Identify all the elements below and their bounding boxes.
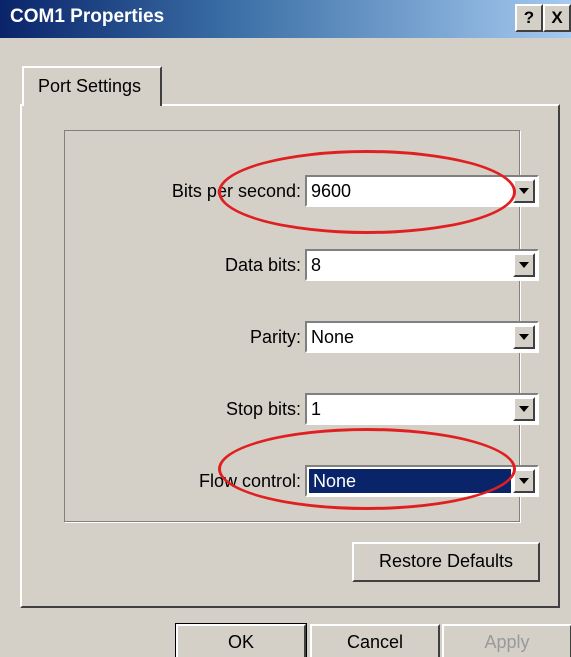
parity-row: Parity: None [65, 321, 539, 357]
com1-properties-dialog: COM1 Properties ? X Port Settings Bits p… [0, 0, 571, 657]
help-button[interactable]: ? [515, 4, 543, 32]
flow-control-row: Flow control: None [65, 465, 539, 501]
stop-bits-label: Stop bits: [225, 399, 301, 419]
apply-button[interactable]: Apply [442, 624, 571, 657]
chevron-down-icon[interactable] [513, 179, 535, 203]
parity-value: None [311, 327, 355, 347]
window-title: COM1 Properties [10, 6, 165, 27]
cancel-button[interactable]: Cancel [310, 624, 440, 657]
tab-port-settings[interactable]: Port Settings [22, 66, 162, 106]
title-bar[interactable]: COM1 Properties ? X [0, 0, 571, 38]
stop-bits-value: 1 [311, 399, 322, 419]
chevron-down-icon[interactable] [513, 325, 535, 349]
chevron-down-icon[interactable] [513, 469, 535, 493]
stop-bits-row: Stop bits: 1 [65, 393, 539, 429]
stop-bits-select[interactable]: 1 [305, 393, 539, 425]
data-bits-row: Data bits: 8 [65, 249, 539, 285]
flow-control-label: Flow control: [198, 471, 301, 491]
parity-label: Parity: [249, 327, 301, 347]
chevron-down-icon[interactable] [513, 253, 535, 277]
parity-select[interactable]: None [305, 321, 539, 353]
close-button[interactable]: X [543, 4, 571, 32]
port-settings-group: Bits per second: 9600 Data bits: 8 Parit… [64, 130, 539, 522]
flow-control-select[interactable]: None [305, 465, 539, 497]
restore-defaults-button[interactable]: Restore Defaults [352, 542, 540, 582]
data-bits-select[interactable]: 8 [305, 249, 539, 281]
tab-port-settings-label: Port Settings [38, 76, 142, 96]
flow-control-value: None [309, 469, 511, 493]
chevron-down-icon[interactable] [513, 397, 535, 421]
port-settings-panel: Bits per second: 9600 Data bits: 8 Parit… [20, 104, 560, 608]
bits-per-second-value: 9600 [311, 181, 352, 201]
data-bits-value: 8 [311, 255, 322, 275]
data-bits-label: Data bits: [224, 255, 301, 275]
bits-per-second-select[interactable]: 9600 [305, 175, 539, 207]
bits-per-second-row: Bits per second: 9600 [65, 175, 539, 211]
ok-button[interactable]: OK [175, 623, 307, 657]
bits-per-second-label: Bits per second: [171, 181, 301, 201]
